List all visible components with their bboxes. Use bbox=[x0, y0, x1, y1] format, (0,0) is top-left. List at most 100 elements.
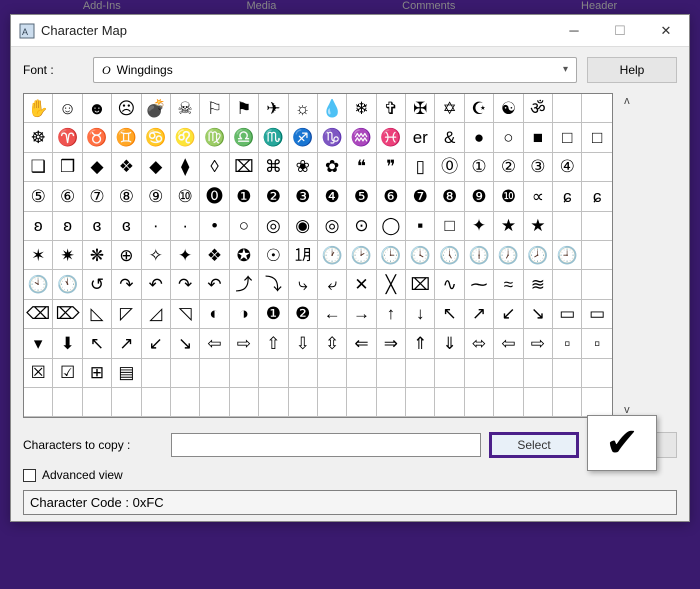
character-cell[interactable]: ▫ bbox=[582, 329, 611, 358]
character-cell[interactable]: ɕ bbox=[582, 182, 611, 211]
character-cell[interactable] bbox=[24, 388, 53, 417]
character-cell[interactable]: • bbox=[200, 212, 229, 241]
character-cell[interactable]: ↑ bbox=[377, 300, 406, 329]
character-cell[interactable] bbox=[582, 359, 611, 388]
character-cell[interactable] bbox=[553, 359, 582, 388]
character-cell[interactable]: ⇧ bbox=[259, 329, 288, 358]
character-cell[interactable]: ✧ bbox=[142, 241, 171, 270]
character-cell[interactable] bbox=[230, 359, 259, 388]
minimize-button[interactable]: ─ bbox=[551, 15, 597, 47]
character-cell[interactable]: ⊞ bbox=[83, 359, 112, 388]
character-cell[interactable]: ♈ bbox=[53, 123, 82, 152]
character-cell[interactable]: ↷ bbox=[112, 270, 141, 299]
character-cell[interactable]: ☹ bbox=[112, 94, 141, 123]
character-cell[interactable]: ✡ bbox=[435, 94, 464, 123]
character-cell[interactable]: 🕒 bbox=[377, 241, 406, 270]
character-cell[interactable]: ▤ bbox=[112, 359, 141, 388]
character-cell[interactable]: ◐ bbox=[200, 300, 229, 329]
character-cell[interactable]: ❶ bbox=[259, 300, 288, 329]
character-cell[interactable]: 💧 bbox=[318, 94, 347, 123]
character-cell[interactable] bbox=[200, 388, 229, 417]
character-cell[interactable] bbox=[582, 270, 611, 299]
character-cell[interactable]: ◊ bbox=[200, 153, 229, 182]
character-cell[interactable]: ⚐ bbox=[200, 94, 229, 123]
character-cell[interactable]: er bbox=[406, 123, 435, 152]
character-cell[interactable]: ★ bbox=[494, 212, 523, 241]
character-cell[interactable] bbox=[171, 359, 200, 388]
select-button[interactable]: Select bbox=[489, 432, 579, 458]
character-cell[interactable]: ∝ bbox=[524, 182, 553, 211]
character-cell[interactable]: ← bbox=[318, 300, 347, 329]
character-cell[interactable]: ☠ bbox=[171, 94, 200, 123]
character-cell[interactable]: ✷ bbox=[53, 241, 82, 270]
character-cell[interactable]: ↓ bbox=[406, 300, 435, 329]
character-cell[interactable]: □ bbox=[582, 123, 611, 152]
character-cell[interactable]: ↺ bbox=[83, 270, 112, 299]
character-cell[interactable]: ◆ bbox=[83, 153, 112, 182]
character-cell[interactable]: □ bbox=[553, 123, 582, 152]
character-cell[interactable]: 🕖 bbox=[494, 241, 523, 270]
character-cell[interactable]: ♑ bbox=[318, 123, 347, 152]
character-cell[interactable]: ↙ bbox=[142, 329, 171, 358]
character-cell[interactable]: ❖ bbox=[112, 153, 141, 182]
character-cell[interactable]: ❷ bbox=[289, 300, 318, 329]
character-cell[interactable]: ❖ bbox=[200, 241, 229, 270]
character-cell[interactable]: ○ bbox=[494, 123, 523, 152]
character-cell[interactable]: 🕙 bbox=[24, 270, 53, 299]
character-cell[interactable] bbox=[582, 212, 611, 241]
character-cell[interactable]: ⑥ bbox=[53, 182, 82, 211]
character-cell[interactable]: ✈ bbox=[259, 94, 288, 123]
character-cell[interactable] bbox=[582, 388, 611, 417]
character-cell[interactable]: ⇒ bbox=[377, 329, 406, 358]
character-cell[interactable]: ↗ bbox=[465, 300, 494, 329]
character-cell[interactable] bbox=[112, 388, 141, 417]
character-cell[interactable]: 🕚 bbox=[53, 270, 82, 299]
character-cell[interactable]: ⊕ bbox=[112, 241, 141, 270]
character-cell[interactable]: ☻ bbox=[83, 94, 112, 123]
character-cell[interactable]: ❝ bbox=[347, 153, 376, 182]
character-cell[interactable]: ㋀ bbox=[289, 241, 318, 270]
character-cell[interactable]: ❋ bbox=[83, 241, 112, 270]
character-cell[interactable]: ✶ bbox=[24, 241, 53, 270]
character-cell[interactable] bbox=[377, 388, 406, 417]
character-cell[interactable]: ❑ bbox=[24, 153, 53, 182]
character-cell[interactable]: ☑ bbox=[53, 359, 82, 388]
character-cell[interactable]: ɕ bbox=[553, 182, 582, 211]
character-cell[interactable]: ↶ bbox=[200, 270, 229, 299]
character-cell[interactable]: ❹ bbox=[318, 182, 347, 211]
character-cell[interactable]: ∙ bbox=[142, 212, 171, 241]
character-cell[interactable]: ❶ bbox=[230, 182, 259, 211]
character-cell[interactable]: ❒ bbox=[53, 153, 82, 182]
character-cell[interactable]: ↷ bbox=[171, 270, 200, 299]
grid-scrollbar[interactable]: ʌ v bbox=[617, 93, 637, 418]
character-cell[interactable]: ↙ bbox=[494, 300, 523, 329]
character-cell[interactable]: ↘ bbox=[171, 329, 200, 358]
character-cell[interactable]: ❀ bbox=[289, 153, 318, 182]
character-cell[interactable]: ♒ bbox=[347, 123, 376, 152]
character-cell[interactable] bbox=[553, 212, 582, 241]
help-button[interactable]: Help bbox=[587, 57, 677, 83]
character-cell[interactable] bbox=[553, 270, 582, 299]
character-cell[interactable] bbox=[289, 359, 318, 388]
character-cell[interactable]: ʚ bbox=[24, 212, 53, 241]
character-cell[interactable] bbox=[259, 359, 288, 388]
character-cell[interactable]: ⇓ bbox=[435, 329, 464, 358]
font-dropdown[interactable]: O Wingdings ▾ bbox=[93, 57, 577, 83]
character-cell[interactable]: ∿ bbox=[435, 270, 464, 299]
character-cell[interactable] bbox=[347, 359, 376, 388]
character-cell[interactable]: ③ bbox=[524, 153, 553, 182]
character-cell[interactable]: ✕ bbox=[347, 270, 376, 299]
character-cell[interactable]: ≋ bbox=[524, 270, 553, 299]
character-cell[interactable]: ╳ bbox=[377, 270, 406, 299]
character-cell[interactable] bbox=[377, 359, 406, 388]
character-cell[interactable]: ◑ bbox=[230, 300, 259, 329]
character-cell[interactable]: ⌫ bbox=[24, 300, 53, 329]
character-cell[interactable]: ❼ bbox=[406, 182, 435, 211]
character-cell[interactable]: ▭ bbox=[553, 300, 582, 329]
character-cell[interactable]: ⌦ bbox=[53, 300, 82, 329]
character-cell[interactable]: ① bbox=[465, 153, 494, 182]
character-cell[interactable] bbox=[318, 388, 347, 417]
character-cell[interactable]: ♋ bbox=[142, 123, 171, 152]
character-cell[interactable]: ⑧ bbox=[112, 182, 141, 211]
character-cell[interactable]: ♎ bbox=[230, 123, 259, 152]
